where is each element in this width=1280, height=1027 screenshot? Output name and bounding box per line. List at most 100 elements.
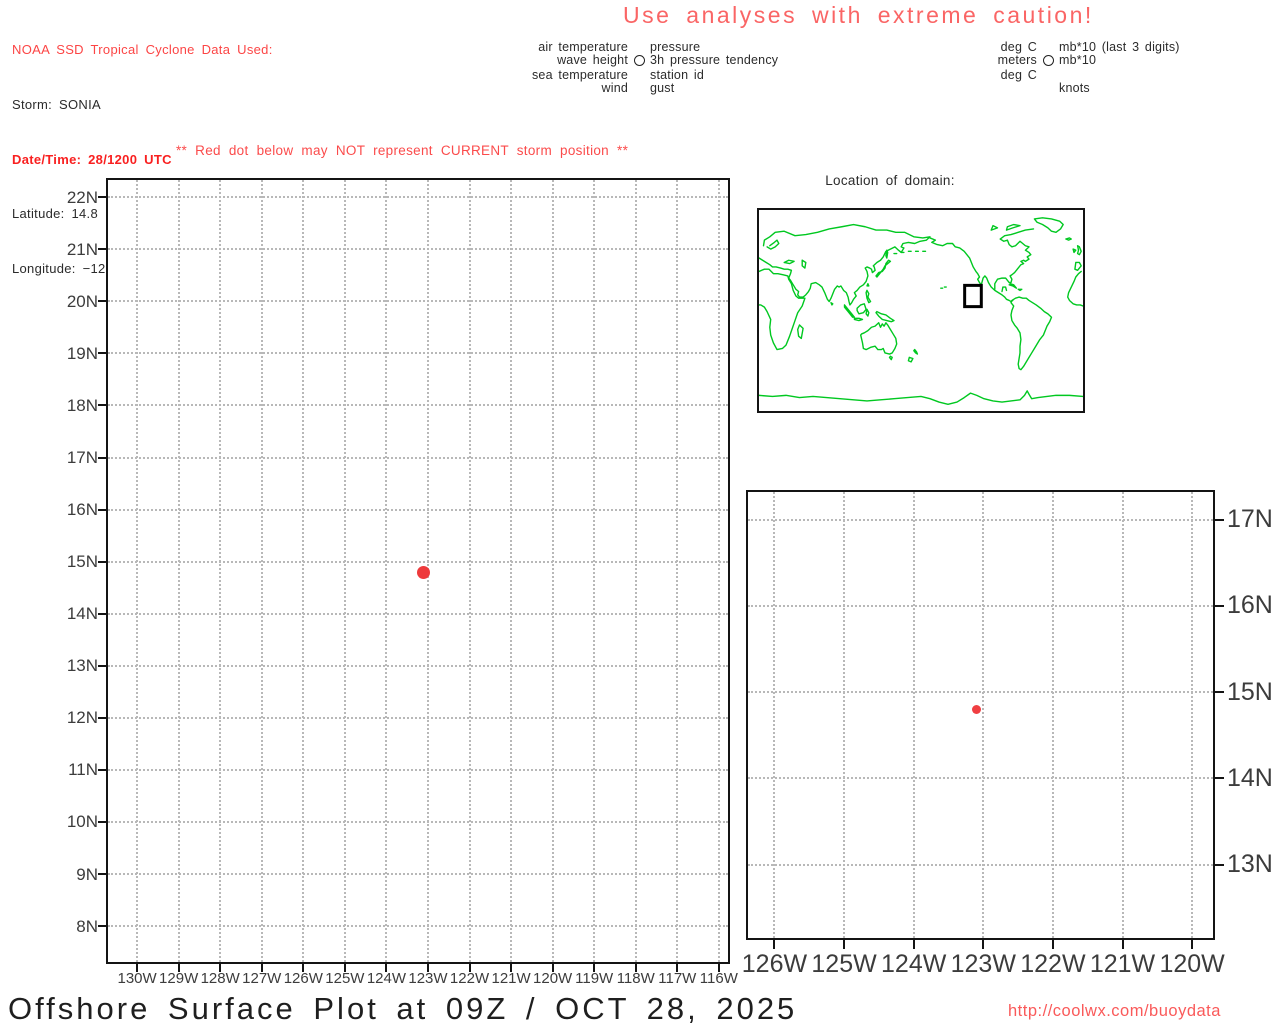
coast-antarctica: [759, 391, 1083, 404]
gridline: [385, 180, 387, 962]
coast-africa: [759, 269, 805, 349]
axis-tick: [1122, 940, 1124, 949]
main-region-plot: [106, 178, 730, 964]
axis-tick-label: 13N: [1227, 850, 1280, 879]
coast-sumatra: [845, 305, 855, 317]
axis-tick: [1215, 777, 1224, 779]
gridline: [178, 180, 180, 962]
coast-iberia: [1075, 262, 1081, 270]
coast-australia: [861, 323, 897, 354]
legend-right-label: 3h pressure tendency: [650, 54, 778, 69]
axis-tick: [98, 821, 106, 823]
gridline: [843, 492, 845, 938]
coast-philippines: [866, 290, 871, 302]
world-map: [759, 210, 1083, 411]
gridline: [748, 605, 1213, 607]
gridline: [108, 873, 728, 875]
buoydata-link[interactable]: http://coolwx.com/buoydata: [1008, 1002, 1221, 1021]
coast-caspian-sea: [802, 260, 806, 268]
axis-tick: [98, 873, 106, 875]
page-title: Offshore Surface Plot at 09Z / OCT 28, 2…: [8, 991, 797, 1027]
coast-north-america-east: [995, 229, 1034, 289]
coast-uk: [1078, 246, 1082, 255]
axis-tick-label: 14N: [38, 603, 98, 624]
gridline: [108, 769, 728, 771]
gridline: [748, 777, 1213, 779]
gridline: [982, 492, 984, 938]
axis-tick-label: 17N: [38, 447, 98, 468]
legend-right-label: knots: [1059, 82, 1180, 95]
storm-position: [417, 566, 430, 579]
axis-tick-label: 18N: [38, 395, 98, 416]
legend-spacer: [628, 82, 650, 95]
gridline: [344, 180, 346, 962]
gridline: [913, 492, 915, 938]
axis-tick: [1215, 864, 1224, 866]
caution-banner: Use analyses with extreme caution!: [623, 2, 1094, 29]
axis-tick: [98, 769, 106, 771]
world-map-inset: [757, 208, 1085, 413]
axis-tick: [1215, 605, 1224, 607]
axis-tick: [1215, 691, 1224, 693]
coast-sakhalin: [886, 250, 888, 258]
gridline: [552, 180, 554, 962]
coast-sri-lanka: [831, 303, 833, 305]
axis-tick: [98, 457, 106, 459]
gridline: [510, 180, 512, 962]
gridline: [593, 180, 595, 962]
coast-south-america: [1011, 297, 1052, 370]
coast-sulawesi: [866, 309, 869, 316]
data-source-label: NOAA SSD Tropical Cyclone Data Used:: [12, 41, 273, 59]
gridline: [1122, 492, 1124, 938]
coast-hispaniola: [1018, 289, 1022, 290]
legend-right-label: [1059, 69, 1180, 82]
axis-tick: [843, 940, 845, 949]
legend-right-label: mb*10 (last 3 digits): [1059, 41, 1180, 54]
coast-tasmania: [890, 356, 893, 359]
axis-tick-label: 20N: [38, 291, 98, 312]
coast-iceland: [1066, 238, 1071, 240]
axis-tick-label: 15N: [38, 551, 98, 572]
axis-tick: [98, 300, 106, 302]
station-model-legend: air temperaturepressurewave height3h pre…: [520, 41, 778, 95]
gridline: [748, 864, 1213, 866]
legend-right-label: gust: [650, 82, 778, 95]
gridline: [136, 180, 138, 962]
axis-tick: [98, 561, 106, 563]
gridline: [108, 561, 728, 563]
gridline: [108, 300, 728, 302]
axis-tick: [982, 940, 984, 949]
coast-black-sea: [784, 260, 794, 263]
gridline: [302, 180, 304, 962]
axis-tick: [98, 925, 106, 927]
axis-tick: [98, 509, 106, 511]
coast-new-guinea: [876, 312, 894, 322]
axis-tick: [1052, 940, 1054, 949]
axis-tick: [913, 940, 915, 949]
station-circle-icon: [1037, 54, 1059, 69]
legend-spacer: [1037, 82, 1059, 95]
axis-tick-label: 15N: [1227, 678, 1280, 707]
axis-tick-label: 17N: [1227, 505, 1280, 534]
coast-greenland: [1034, 218, 1063, 233]
storm-position-warning: ** Red dot below may NOT represent CURRE…: [176, 143, 628, 158]
gridline: [1191, 492, 1193, 938]
station-circle-icon: [634, 55, 645, 66]
axis-tick: [98, 352, 106, 354]
axis-tick: [98, 717, 106, 719]
legend-left-label: meters: [985, 54, 1037, 69]
gridline: [469, 180, 471, 962]
gridline: [748, 519, 1213, 521]
axis-tick: [98, 196, 106, 198]
axis-tick: [773, 940, 775, 949]
axis-tick-label: 11N: [38, 759, 98, 780]
axis-tick-label: 16N: [38, 499, 98, 520]
axis-tick-label: 124W: [874, 950, 954, 979]
coast-baltic: [767, 240, 779, 249]
gridline: [108, 352, 728, 354]
map-inset-title: Location of domain:: [760, 173, 1020, 188]
coast-madagascar: [798, 325, 803, 338]
axis-tick-label: 22N: [38, 187, 98, 208]
gridline: [108, 665, 728, 667]
coast-nz-north: [914, 350, 918, 354]
